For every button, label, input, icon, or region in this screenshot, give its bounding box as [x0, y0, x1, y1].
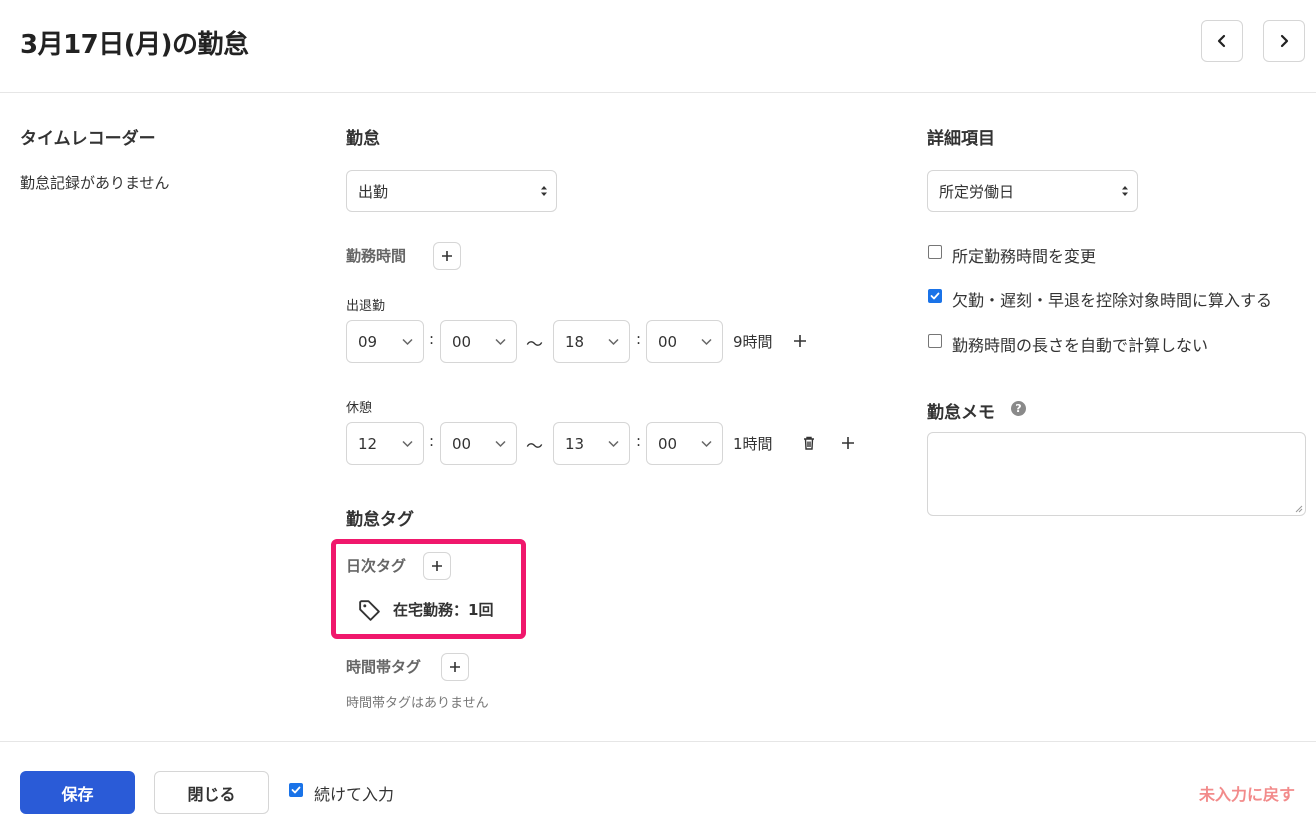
- daily-tag-label: 日次タグ: [346, 557, 407, 575]
- memo-textarea[interactable]: [927, 432, 1306, 516]
- clock-start-hour-value: 09: [358, 332, 378, 351]
- clock-end-hour-select[interactable]: 18: [553, 320, 630, 363]
- delete-break-button[interactable]: [802, 436, 816, 450]
- clock-duration: 9時間: [733, 333, 773, 351]
- plus-icon: [450, 662, 460, 672]
- colon: :: [429, 432, 435, 450]
- option-change-scheduled-time-label: 所定勤務時間を変更: [952, 247, 1097, 266]
- break-start-hour-select[interactable]: 12: [346, 422, 424, 465]
- check-icon: [930, 292, 940, 300]
- clock-end-minute-select[interactable]: 00: [646, 320, 723, 363]
- work-time-label: 勤務時間: [346, 247, 407, 265]
- plus-icon: [442, 251, 452, 261]
- continue-input-label: 続けて入力: [314, 785, 395, 804]
- tilde: 〜: [526, 335, 543, 355]
- break-start-hour-value: 12: [358, 434, 378, 453]
- timerecorder-heading: タイムレコーダー: [20, 129, 156, 149]
- colon: :: [636, 432, 642, 450]
- option-deduction-label: 欠勤・遅刻・早退を控除対象時間に算入する: [952, 291, 1273, 310]
- break-start-minute-select[interactable]: 00: [440, 422, 517, 465]
- break-start-minute-value: 00: [452, 434, 472, 453]
- chevron-down-icon: [608, 338, 619, 346]
- break-duration: 1時間: [733, 435, 773, 453]
- break-label: 休憩: [346, 401, 373, 416]
- add-daily-tag-button[interactable]: [423, 552, 451, 580]
- chevron-down-icon: [495, 338, 506, 346]
- clock-start-hour-select[interactable]: 09: [346, 320, 424, 363]
- option-deduction-checkbox[interactable]: [928, 289, 942, 303]
- add-break-button-2[interactable]: [841, 436, 855, 450]
- add-break-button[interactable]: [793, 334, 807, 348]
- colon: :: [429, 330, 435, 348]
- colon: :: [636, 330, 642, 348]
- chevron-down-icon: [608, 440, 619, 448]
- clock-end-hour-value: 18: [565, 332, 585, 351]
- chevron-left-icon: [1217, 34, 1226, 48]
- day-type-value: 所定労働日: [939, 182, 1015, 201]
- save-button[interactable]: 保存: [20, 771, 135, 814]
- attendance-type-value: 出勤: [358, 182, 389, 201]
- hourly-tag-label: 時間帯タグ: [346, 658, 422, 676]
- resize-grip-icon[interactable]: [1293, 503, 1303, 513]
- prev-day-button[interactable]: [1201, 20, 1243, 62]
- reset-link[interactable]: 未入力に戻す: [1199, 781, 1295, 805]
- break-end-minute-select[interactable]: 00: [646, 422, 723, 465]
- continue-input-checkbox[interactable]: [289, 783, 303, 797]
- break-end-minute-value: 00: [658, 434, 678, 453]
- day-type-select[interactable]: 所定労働日: [927, 170, 1138, 212]
- option-no-auto-calc-label: 勤務時間の長さを自動で計算しない: [952, 336, 1209, 355]
- check-icon: [291, 786, 301, 794]
- attendance-heading: 勤怠: [346, 129, 380, 149]
- break-end-hour-value: 13: [565, 434, 585, 453]
- add-work-time-button[interactable]: [433, 242, 461, 270]
- tag-icon: [359, 600, 380, 621]
- plus-icon: [432, 561, 442, 571]
- details-heading: 詳細項目: [927, 129, 995, 149]
- chevron-down-icon: [402, 440, 413, 448]
- break-end-hour-select[interactable]: 13: [553, 422, 630, 465]
- updown-arrow-icon: [1122, 186, 1128, 196]
- page-title: 3月17日(月)の勤怠: [20, 30, 249, 60]
- updown-arrow-icon: [541, 186, 547, 196]
- add-hourly-tag-button[interactable]: [441, 653, 469, 681]
- clock-start-minute-select[interactable]: 00: [440, 320, 517, 363]
- clock-end-minute-value: 00: [658, 332, 678, 351]
- chevron-down-icon: [701, 338, 712, 346]
- tilde: 〜: [526, 437, 543, 457]
- clock-start-minute-value: 00: [452, 332, 472, 351]
- header: 3月17日(月)の勤怠: [0, 0, 1316, 93]
- daily-tag-item[interactable]: 在宅勤務：1回: [393, 599, 493, 620]
- chevron-down-icon: [701, 440, 712, 448]
- help-icon[interactable]: ?: [1011, 401, 1026, 416]
- chevron-down-icon: [402, 338, 413, 346]
- close-button[interactable]: 閉じる: [154, 771, 269, 814]
- memo-heading: 勤怠メモ: [927, 403, 995, 423]
- clock-label: 出退勤: [346, 299, 386, 314]
- chevron-down-icon: [495, 440, 506, 448]
- hourly-tag-empty-text: 時間帯タグはありません: [346, 696, 489, 711]
- chevron-right-icon: [1280, 34, 1289, 48]
- option-no-auto-calc-checkbox[interactable]: [928, 334, 942, 348]
- tags-heading: 勤怠タグ: [346, 510, 414, 530]
- attendance-type-select[interactable]: 出勤: [346, 170, 557, 212]
- option-change-scheduled-time-checkbox[interactable]: [928, 245, 942, 259]
- next-day-button[interactable]: [1263, 20, 1305, 62]
- timerecorder-empty-text: 勤怠記録がありません: [20, 174, 170, 192]
